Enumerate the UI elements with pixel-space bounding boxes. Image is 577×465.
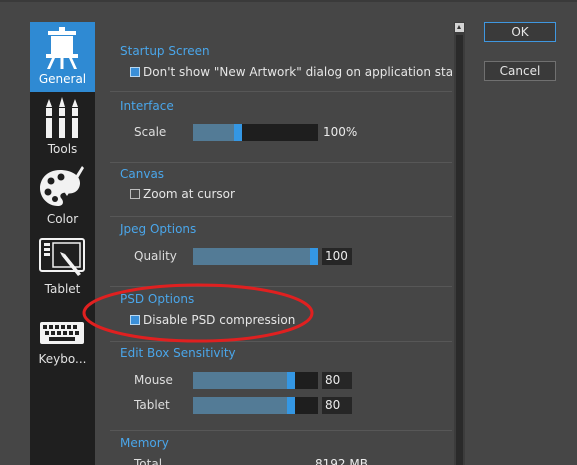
tablet-label: Tablet [134, 398, 170, 412]
scroll-up-arrow-icon[interactable] [455, 23, 464, 32]
disable-psd-compression-checkbox[interactable] [130, 315, 140, 325]
startup-dialog-checkbox-row[interactable]: Don't show "New Artwork" dialog on appli… [130, 65, 452, 79]
slider-fill [193, 397, 295, 414]
panel-scrollbar[interactable] [454, 22, 465, 465]
checkbox-label: Disable PSD compression [143, 313, 296, 327]
section-title-jpeg: Jpeg Options [120, 222, 197, 236]
section-title-canvas: Canvas [120, 167, 165, 181]
zoom-at-cursor-checkbox-row[interactable]: Zoom at cursor [130, 187, 235, 201]
slider-thumb[interactable] [287, 397, 295, 414]
checkbox-label: Don't show "New Artwork" dialog on appli… [143, 65, 452, 79]
keyboard-icon [40, 322, 84, 344]
mouse-label: Mouse [134, 373, 173, 387]
sidebar-item-general[interactable]: General [30, 22, 95, 92]
slider-fill [193, 248, 318, 265]
section-title-memory: Memory [120, 436, 169, 450]
slider-thumb[interactable] [287, 372, 295, 389]
sidebar-item-label: Color [46, 212, 79, 226]
section-title-interface: Interface [120, 99, 174, 113]
tablet-sensitivity-slider[interactable] [193, 397, 318, 414]
section-divider [110, 216, 452, 217]
tablet-sensitivity-value-field[interactable]: 80 [322, 397, 352, 414]
scale-label: Scale [134, 125, 167, 139]
slider-fill [193, 372, 295, 389]
window-top-edge [0, 0, 577, 2]
scale-value: 100% [323, 125, 358, 139]
mouse-sensitivity-value-field[interactable]: 80 [322, 372, 352, 389]
sidebar-item-label: General [38, 72, 87, 86]
mouse-sensitivity-slider[interactable] [193, 372, 318, 389]
section-divider [110, 341, 452, 342]
checkbox-label: Zoom at cursor [143, 187, 235, 201]
scrollbar-thumb[interactable] [456, 35, 463, 465]
slider-thumb[interactable] [310, 248, 318, 265]
section-title-psd: PSD Options [120, 292, 195, 306]
sidebar-item-tablet[interactable]: Tablet [30, 232, 95, 302]
section-divider [110, 162, 452, 163]
zoom-at-cursor-checkbox[interactable] [130, 189, 140, 199]
brushes-icon [46, 97, 78, 138]
sidebar-item-label: Tools [47, 142, 78, 156]
memory-total-value: 8192 MB [315, 457, 368, 465]
quality-label: Quality [134, 249, 177, 263]
sidebar-item-color[interactable]: Color [30, 162, 95, 232]
tablet-icon [39, 238, 85, 276]
ok-button[interactable]: OK [484, 22, 556, 42]
section-divider [110, 91, 452, 92]
section-title-edit-box: Edit Box Sensitivity [120, 346, 236, 360]
scale-slider[interactable] [193, 124, 318, 141]
sidebar-item-keyboard[interactable]: Keybo... [30, 302, 95, 372]
slider-thumb[interactable] [234, 124, 242, 141]
section-title-startup: Startup Screen [120, 44, 210, 58]
sidebar-item-label: Keybo... [38, 352, 87, 366]
startup-dialog-checkbox[interactable] [130, 67, 140, 77]
cancel-button[interactable]: Cancel [484, 61, 556, 81]
quality-value-field[interactable]: 100 [322, 248, 352, 265]
sidebar-item-tools[interactable]: Tools [30, 92, 95, 162]
palette-icon [40, 166, 84, 206]
sidebar-item-label: Tablet [44, 282, 81, 296]
category-sidebar: General Tools Color Tablet Keybo... [30, 22, 95, 465]
disable-psd-compression-checkbox-row[interactable]: Disable PSD compression [130, 313, 295, 327]
section-divider [110, 286, 452, 287]
section-divider [110, 430, 452, 431]
memory-total-label: Total [134, 457, 163, 465]
quality-slider[interactable] [193, 248, 318, 265]
easel-icon [46, 27, 78, 69]
settings-panel: Startup Screen Don't show "New Artwork" … [110, 22, 452, 465]
